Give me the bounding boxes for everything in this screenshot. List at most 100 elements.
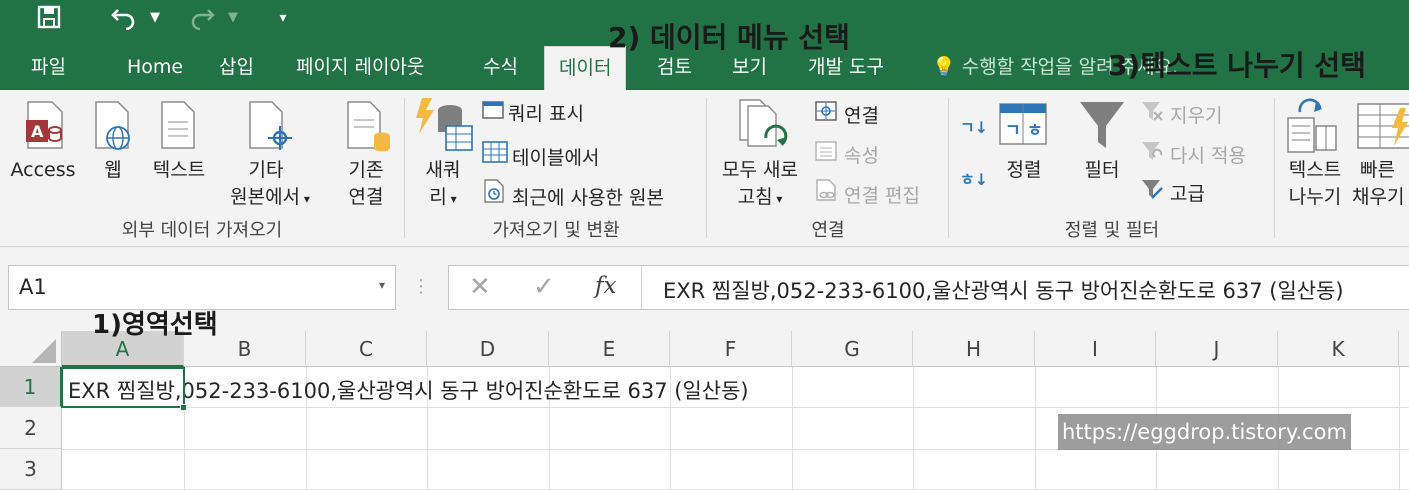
flash-fill-label-1[interactable]: 빠른 — [1360, 158, 1409, 183]
from-table-button[interactable]: 테이블에서 — [482, 140, 599, 171]
active-cell-a1[interactable] — [61, 367, 185, 408]
svg-text:ㅎ: ㅎ — [1027, 121, 1043, 141]
tab-file[interactable]: 파일 — [31, 44, 66, 90]
connections-icon — [814, 100, 844, 129]
column-header-g[interactable]: G — [792, 331, 913, 367]
save-icon[interactable] — [34, 4, 64, 32]
new-query-label-1[interactable]: 새쿼 — [418, 158, 468, 183]
from-table-label: 테이블에서 — [512, 147, 600, 169]
tab-formulas[interactable]: 수식 — [483, 44, 518, 90]
annotation-step-2: 2) 데이터 메뉴 선택 — [608, 21, 850, 54]
svg-text:A: A — [31, 122, 44, 141]
column-header-j[interactable]: J — [1156, 331, 1278, 367]
tab-insert[interactable]: 삽입 — [219, 44, 254, 90]
refresh-all-label-1[interactable]: 모두 새로 — [712, 158, 808, 183]
group-separator — [948, 98, 949, 238]
column-header-i[interactable]: I — [1035, 331, 1156, 367]
web-button[interactable]: 웹 — [98, 158, 128, 183]
edit-links-button[interactable]: 연결 편집 — [814, 178, 920, 209]
column-header-next[interactable] — [1399, 331, 1409, 367]
refresh-all-button[interactable]: 고침 ▾ — [712, 185, 808, 212]
filter-button[interactable]: 필터 — [1074, 158, 1130, 183]
reapply-icon — [1140, 140, 1170, 169]
filter-icon — [1078, 98, 1126, 158]
other-sources-label-1: 기타 — [248, 159, 284, 181]
connections-label: 연결 — [844, 105, 879, 127]
undo-icon[interactable] — [106, 4, 142, 32]
column-header-c[interactable]: C — [306, 331, 427, 367]
insert-function-icon[interactable]: fx — [595, 273, 616, 299]
watermark: https://eggdrop.tistory.com — [1058, 414, 1351, 450]
column-header-e[interactable]: E — [549, 331, 670, 367]
sort-button[interactable]: 정렬 — [996, 158, 1052, 183]
text-file-icon — [158, 100, 198, 156]
column-header-d[interactable]: D — [427, 331, 549, 367]
advanced-button[interactable]: 고급 — [1140, 178, 1205, 207]
chevron-down-icon: ▾ — [446, 192, 457, 206]
other-sources-button[interactable]: 원본에서 ▾ — [218, 185, 322, 212]
reapply-button[interactable]: 다시 적용 — [1140, 140, 1246, 169]
recent-sources-icon — [482, 178, 512, 211]
select-all-button[interactable] — [0, 331, 62, 367]
sort-descending-icon[interactable]: ㅎ↓ — [960, 166, 988, 190]
group-separator — [1274, 98, 1275, 238]
clear-label: 지우기 — [1170, 105, 1223, 127]
cancel-icon[interactable]: ✕ — [469, 272, 491, 302]
tab-home[interactable]: Home — [127, 44, 183, 90]
show-queries-label: 쿼리 표시 — [508, 103, 584, 125]
properties-icon — [814, 140, 844, 169]
text-to-columns-icon — [1286, 98, 1340, 158]
chevron-down-icon[interactable]: ▾ — [379, 278, 385, 292]
customize-icon[interactable]: ▾ — [272, 4, 294, 32]
clear-button[interactable]: 지우기 — [1140, 100, 1222, 129]
row-header-3[interactable]: 3 — [0, 449, 62, 490]
advanced-filter-icon — [1140, 178, 1170, 207]
column-header-k[interactable]: K — [1278, 331, 1399, 367]
connections-button[interactable]: 연결 — [814, 100, 879, 129]
recent-sources-button[interactable]: 최근에 사용한 원본 — [482, 178, 664, 211]
text-to-columns-label-1[interactable]: 텍스트 — [1282, 158, 1348, 183]
show-queries-button[interactable]: 쿼리 표시 — [482, 100, 584, 127]
flash-fill-label-2[interactable]: 채우기 — [1352, 185, 1409, 210]
gridline — [792, 367, 793, 490]
properties-button[interactable]: 속성 — [814, 140, 879, 169]
enter-icon[interactable]: ✓ — [533, 272, 555, 302]
show-queries-icon — [482, 100, 508, 127]
existing-connections-label-1[interactable]: 기존 — [338, 158, 394, 183]
row-header-1[interactable]: 1 — [0, 367, 62, 407]
tab-page-layout[interactable]: 페이지 레이아웃 — [296, 44, 424, 90]
formula-bar[interactable]: ✕ ✓ fx EXR 찜질방,052-233-6100,울산광역시 동구 방어진… — [448, 265, 1409, 310]
access-button[interactable]: Access — [8, 158, 78, 183]
column-header-f[interactable]: F — [670, 331, 792, 367]
fill-handle[interactable] — [180, 404, 187, 411]
formula-bar-grip-icon[interactable]: ⋮ — [412, 276, 430, 297]
flash-fill-icon — [1356, 102, 1409, 156]
sort-ascending-icon[interactable]: ㄱ↓ — [960, 114, 988, 138]
row-header-2[interactable]: 2 — [0, 407, 62, 449]
column-header-h[interactable]: H — [913, 331, 1035, 367]
undo-dropdown-icon[interactable]: ▼ — [146, 4, 164, 32]
redo-icon[interactable] — [184, 4, 220, 32]
text-to-columns-label-2[interactable]: 나누기 — [1282, 185, 1348, 210]
existing-connections-label-2[interactable]: 연결 — [338, 185, 394, 210]
redo-dropdown-icon[interactable]: ▼ — [224, 4, 242, 32]
existing-connections-icon — [344, 100, 392, 160]
new-query-icon — [414, 96, 476, 160]
table-icon — [482, 140, 512, 171]
new-query-label-2: 리 — [429, 186, 447, 208]
web-icon — [92, 100, 136, 156]
recent-sources-label: 최근에 사용한 원본 — [512, 187, 664, 209]
other-sources-label-2: 원본에서 — [230, 186, 301, 208]
reapply-label: 다시 적용 — [1170, 145, 1246, 167]
gridline — [1035, 367, 1036, 490]
refresh-all-label-2: 고침 — [737, 186, 773, 208]
gridline — [1399, 367, 1400, 490]
group-separator — [404, 98, 405, 238]
name-box-value: A1 — [19, 275, 47, 299]
other-sources-icon — [246, 100, 294, 156]
ribbon: A Access 웹 텍스트 기타 원본에서 ▾ 기존 연결 외부 데이터 가져… — [0, 90, 1409, 247]
new-query-button[interactable]: 리 ▾ — [418, 185, 468, 212]
text-button[interactable]: 텍스트 — [146, 158, 212, 183]
formula-input[interactable]: EXR 찜질방,052-233-6100,울산광역시 동구 방어진순환도로 63… — [663, 275, 1344, 305]
annotation-step-1: 1)영역선택 — [92, 310, 218, 340]
